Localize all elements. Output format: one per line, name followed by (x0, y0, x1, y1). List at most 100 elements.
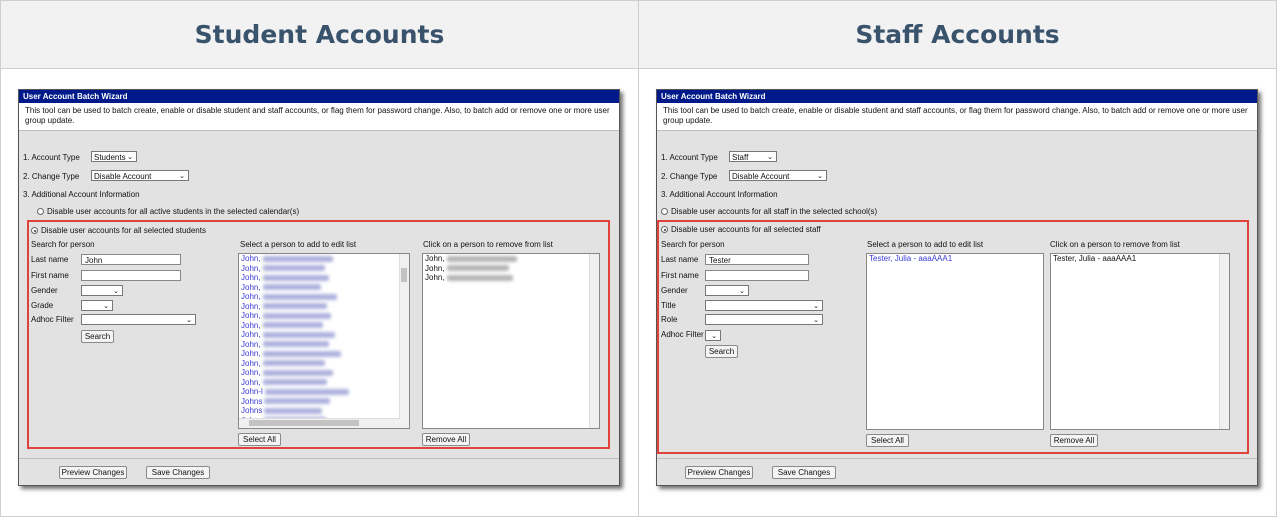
search-results-list[interactable]: Tester, Julia - aaaAAA1 (866, 253, 1044, 430)
redacted-name (262, 312, 331, 319)
step-additional-info-label: 3. Additional Account Information (23, 190, 140, 199)
select-all-button[interactable]: Select All (238, 433, 281, 446)
list-item[interactable]: Johns (239, 406, 409, 416)
add-list-heading: Select a person to add to edit list (240, 240, 357, 249)
list-item[interactable]: John, (239, 368, 409, 378)
first-name-input[interactable] (81, 270, 181, 281)
comparison-table: Student Accounts Staff Accounts User Acc… (0, 0, 1277, 517)
selected-people-list[interactable]: John, John, John, (422, 253, 600, 429)
remove-all-button[interactable]: Remove All (422, 433, 470, 446)
step-account-type-label: 1. Account Type (23, 153, 80, 162)
list-item[interactable]: Tester, Julia - aaaAAA1 (867, 254, 1043, 264)
add-list-heading: Select a person to add to edit list (867, 240, 984, 249)
list-item[interactable]: John, (239, 273, 409, 283)
wizard-footer: Preview Changes Save Changes (19, 458, 619, 485)
list-item[interactable]: Tester, Julia - aaaAAA1 (1051, 254, 1229, 264)
redacted-name (262, 350, 341, 357)
preview-changes-button[interactable]: Preview Changes (685, 466, 753, 479)
adhoc-filter-select[interactable]: ⌄ (81, 314, 196, 325)
save-changes-button[interactable]: Save Changes (772, 466, 836, 479)
list-item[interactable]: John, (423, 264, 599, 274)
list-item[interactable]: John, (423, 273, 599, 283)
title-label: Title (661, 301, 676, 310)
radio-selected-students[interactable]: Disable user accounts for all selected s… (31, 226, 206, 235)
redacted-name (264, 388, 349, 395)
list-item[interactable]: John, (239, 264, 409, 274)
redacted-name (262, 331, 335, 338)
list-item[interactable]: John, (239, 340, 409, 350)
step-change-type-label: 2. Change Type (23, 172, 80, 181)
grade-select[interactable]: ⌄ (81, 300, 113, 311)
gender-label: Gender (31, 286, 58, 295)
account-type-select[interactable]: Staff ⌄ (729, 151, 777, 162)
save-changes-button[interactable]: Save Changes (146, 466, 210, 479)
redacted-name (262, 274, 329, 281)
last-name-input[interactable]: John (81, 254, 181, 265)
remove-list-heading: Click on a person to remove from list (423, 240, 553, 249)
staff-column-cell: User Account Batch Wizard This tool can … (638, 68, 1277, 517)
search-heading: Search for person (661, 240, 725, 249)
gender-select[interactable]: ⌄ (81, 285, 123, 296)
list-item[interactable]: John, (239, 302, 409, 312)
gender-select[interactable]: ⌄ (705, 285, 749, 296)
staff-accounts-heading: Staff Accounts (855, 20, 1060, 49)
role-select[interactable]: ⌄ (705, 314, 823, 325)
list-item[interactable]: John, (239, 359, 409, 369)
last-name-input[interactable]: Tester (705, 254, 809, 265)
vertical-scrollbar[interactable] (399, 254, 409, 428)
change-type-select[interactable]: Disable Account ⌄ (91, 170, 189, 181)
list-item[interactable]: John-l (239, 387, 409, 397)
chevron-down-icon: ⌄ (186, 317, 192, 324)
list-item-label: John, (241, 368, 261, 377)
list-item[interactable]: John, (239, 349, 409, 359)
select-all-button[interactable]: Select All (866, 434, 909, 447)
chevron-down-icon: ⌄ (813, 303, 819, 310)
list-item[interactable]: John, (239, 292, 409, 302)
remove-all-button[interactable]: Remove All (1050, 434, 1098, 447)
list-item-label: John, (241, 358, 261, 368)
search-button[interactable]: Search (705, 345, 738, 358)
list-item[interactable]: John, (239, 321, 409, 331)
list-item[interactable]: Johns (239, 397, 409, 407)
title-select[interactable]: ⌄ (705, 300, 823, 311)
vertical-scrollbar[interactable] (1219, 254, 1229, 429)
selected-people-list[interactable]: Tester, Julia - aaaAAA1 (1050, 253, 1230, 430)
wizard-footer: Preview Changes Save Changes (657, 458, 1257, 485)
grade-label: Grade (31, 301, 54, 310)
first-name-input[interactable] (705, 270, 809, 281)
redacted-name (262, 293, 337, 300)
radio-selected-icon (661, 226, 668, 233)
radio-all-students[interactable]: Disable user accounts for all active stu… (37, 207, 299, 216)
selected-rows: John, John, John, (423, 254, 599, 283)
search-button[interactable]: Search (81, 330, 114, 343)
wizard-description: This tool can be used to batch create, e… (19, 103, 619, 131)
last-name-label: Last name (661, 255, 699, 264)
adhoc-filter-label: Adhoc Filter (31, 315, 74, 324)
account-type-select[interactable]: Students ⌄ (91, 151, 137, 162)
horizontal-scrollbar[interactable] (239, 418, 400, 428)
change-type-select[interactable]: Disable Account ⌄ (729, 170, 827, 181)
chevron-down-icon: ⌄ (739, 288, 745, 295)
results-rows: Tester, Julia - aaaAAA1 (867, 254, 1043, 264)
first-name-label: First name (31, 271, 69, 280)
list-item[interactable]: John, (239, 311, 409, 321)
adhoc-filter-select[interactable]: ⌄ (705, 330, 721, 341)
radio-selected-staff[interactable]: Disable user accounts for all selected s… (661, 225, 821, 234)
list-item[interactable]: John, (239, 254, 409, 264)
radio-all-staff[interactable]: Disable user accounts for all staff in t… (661, 207, 877, 216)
list-item[interactable]: John, (239, 330, 409, 340)
list-item[interactable]: John, (239, 283, 409, 293)
chevron-down-icon: ⌄ (103, 303, 109, 310)
preview-changes-button[interactable]: Preview Changes (59, 466, 127, 479)
vertical-scrollbar[interactable] (589, 254, 599, 428)
redacted-name (446, 274, 513, 281)
redacted-name (262, 255, 333, 262)
results-rows: John, John, John, John, John, John, John, John,… (239, 254, 409, 425)
search-results-list[interactable]: John, John, John, John, John, John, John, John,… (238, 253, 410, 429)
list-item-label: John, (241, 273, 261, 282)
list-item[interactable]: John, (423, 254, 599, 264)
list-item-label: John, (241, 320, 261, 330)
list-item[interactable]: John, (239, 378, 409, 388)
last-name-label: Last name (31, 255, 69, 264)
list-item-label: John, (241, 292, 261, 301)
